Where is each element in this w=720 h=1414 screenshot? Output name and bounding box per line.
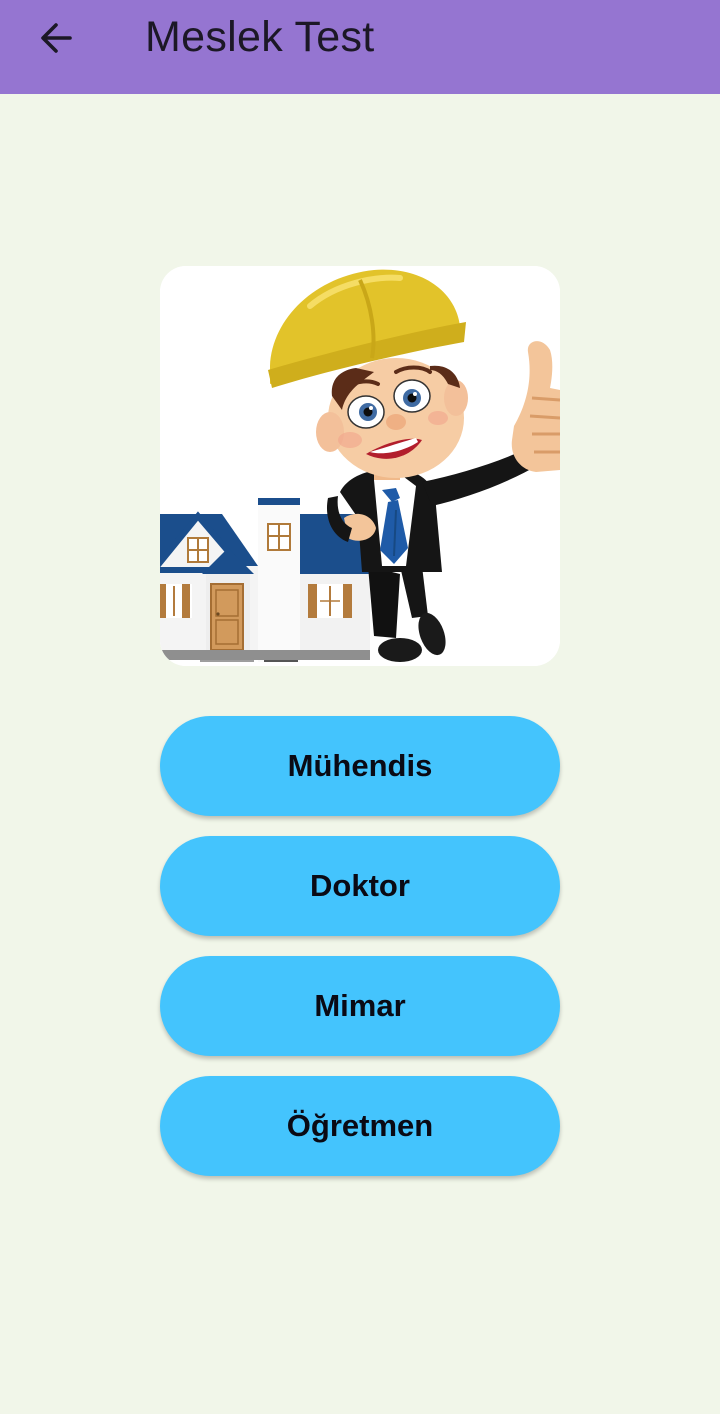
question-image [160,266,560,666]
answer-button-mimar[interactable]: Mimar [160,956,560,1056]
answer-button-ogretmen[interactable]: Öğretmen [160,1076,560,1176]
back-button[interactable] [28,15,84,61]
answer-button-muhendis[interactable]: Mühendis [160,716,560,816]
arrow-left-icon [41,23,72,53]
answer-label: Doktor [310,868,410,903]
answer-label: Öğretmen [286,1108,434,1143]
answer-label: Mühendis [287,748,433,783]
answer-label: Mimar [314,988,406,1023]
app-bar: Meslek Test [0,0,720,94]
engineer-illustration [160,266,560,666]
page-title: Meslek Test [145,13,375,61]
answer-button-doktor[interactable]: Doktor [160,836,560,936]
